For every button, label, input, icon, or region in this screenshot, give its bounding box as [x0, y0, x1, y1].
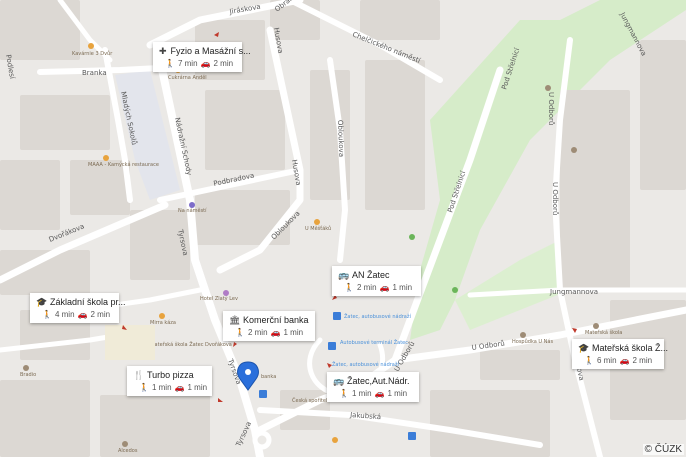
poi-card-fyzio[interactable]: ✚ Fyzio a Masážní s... 🚶 7 min 🚗 2 min — [153, 42, 251, 72]
restaurant-icon: 🍴 — [133, 369, 145, 380]
walk-icon: 🚶 — [165, 59, 175, 68]
poi-dot — [520, 332, 526, 338]
bus-icon: 🚌 — [338, 269, 350, 280]
poi-dot — [593, 323, 599, 329]
poi-dot — [332, 437, 338, 443]
poi-dot — [189, 202, 195, 208]
poi-card-zakladni[interactable]: 🎓 Základní škola pr... 🚶 4 min 🚗 2 min — [30, 293, 126, 323]
svg-text:Obloukova: Obloukova — [336, 120, 345, 157]
car-icon: 🚗 — [374, 389, 385, 398]
walk-icon: 🚶 — [584, 356, 594, 365]
walk-icon: 🚶 — [139, 383, 149, 392]
poi-dot — [314, 219, 320, 225]
walk-icon: 🚶 — [235, 328, 245, 337]
car-icon: 🚗 — [619, 356, 630, 365]
svg-text:Bradio: Bradio — [20, 372, 36, 378]
poi-dot — [223, 290, 229, 296]
walk-icon: 🚶 — [344, 283, 354, 292]
bus-icon: 🚌 — [333, 375, 345, 386]
svg-text:Jungmannova: Jungmannova — [549, 288, 598, 296]
car-icon: 🚗 — [77, 310, 88, 319]
car-icon: 🚗 — [379, 283, 390, 292]
car-icon: 🚗 — [270, 328, 281, 337]
school-yard — [105, 325, 155, 360]
svg-text:Kavárnie 3 Dvůr: Kavárnie 3 Dvůr — [72, 50, 113, 57]
svg-text:Hotel Zlatý Lev: Hotel Zlatý Lev — [200, 295, 238, 302]
poi-dot — [103, 155, 109, 161]
poi-dot — [545, 85, 551, 91]
svg-text:Cukrárna Anděl: Cukrárna Anděl — [168, 74, 207, 81]
poi-card-aut-nadr[interactable]: 🚌 Žatec,Aut.Nádr. 🚶 1 min 🚗 1 min — [327, 372, 419, 402]
svg-text:Hospůdka U Nás: Hospůdka U Nás — [512, 338, 553, 345]
poi-card-title: Komerční banka — [243, 315, 309, 325]
tree-dot — [452, 287, 458, 293]
svg-text:U Měšťáků: U Měšťáků — [305, 225, 331, 232]
poi-card-title: AN Žatec — [352, 270, 390, 280]
walk-icon: 🚶 — [339, 389, 349, 398]
bus-stop-icon — [328, 342, 336, 350]
parking-icon — [408, 432, 416, 440]
parking-icon — [259, 390, 267, 398]
svg-text:Mirra káza: Mirra káza — [150, 319, 176, 326]
roundabout — [252, 430, 272, 450]
poi-card-materska[interactable]: 🎓 Mateřská škola Ž... 🚶 6 min 🚗 2 min — [572, 339, 668, 369]
poi-card-an-zatec[interactable]: 🚌 AN Žatec 🚶 2 min 🚗 1 min — [332, 266, 421, 296]
medical-icon: ✚ — [159, 45, 167, 56]
poi-dot — [571, 147, 577, 153]
walk-icon: 🚶 — [42, 310, 52, 319]
bus-stop-icon — [333, 312, 341, 320]
poi-dot — [122, 441, 128, 447]
svg-text:Alcedos: Alcedos — [118, 448, 138, 454]
poi-dot — [88, 43, 94, 49]
car-icon: 🚗 — [200, 59, 211, 68]
svg-text:MAAA - Kamýcká restaurace: MAAA - Kamýcká restaurace — [88, 161, 159, 168]
svg-text:U Odborů: U Odborů — [551, 182, 559, 215]
school-icon: 🎓 — [36, 296, 48, 307]
svg-text:Autobusové terminál Žatec: Autobusové terminál Žatec — [340, 338, 408, 346]
poi-card-komercni[interactable]: 🏛 Komerční banka 🚶 2 min 🚗 1 min — [223, 311, 315, 341]
poi-card-turbo[interactable]: 🍴 Turbo pizza 🚶 1 min 🚗 1 min — [127, 366, 212, 396]
poi-card-title: Fyzio a Masážní s... — [170, 46, 251, 56]
poi-card-title: Turbo pizza — [147, 370, 194, 380]
bank-icon: 🏛 — [229, 314, 241, 325]
car-icon: 🚗 — [174, 383, 185, 392]
svg-text:Na náměstí: Na náměstí — [178, 207, 207, 214]
svg-text:Žatec, autobusové nádraží: Žatec, autobusové nádraží — [332, 360, 399, 368]
poi-dot — [23, 365, 29, 371]
svg-text:Žatec, autobusové nádraží: Žatec, autobusové nádraží — [344, 312, 411, 320]
school-icon: 🎓 — [578, 342, 590, 353]
poi-card-title: Žatec,Aut.Nádr. — [347, 376, 410, 386]
svg-text:Mateřská škola: Mateřská škola — [585, 329, 622, 336]
poi-dot — [159, 313, 165, 319]
svg-text:banka: banka — [261, 374, 276, 380]
copyright-label: © ČÚZK — [642, 444, 684, 455]
poi-card-title: Základní škola pr... — [50, 297, 126, 307]
tree-dot — [409, 234, 415, 240]
svg-text:Branka: Branka — [82, 69, 107, 77]
poi-card-title: Mateřská škola Ž... — [592, 343, 669, 353]
svg-text:U Odborů: U Odborů — [547, 92, 555, 125]
